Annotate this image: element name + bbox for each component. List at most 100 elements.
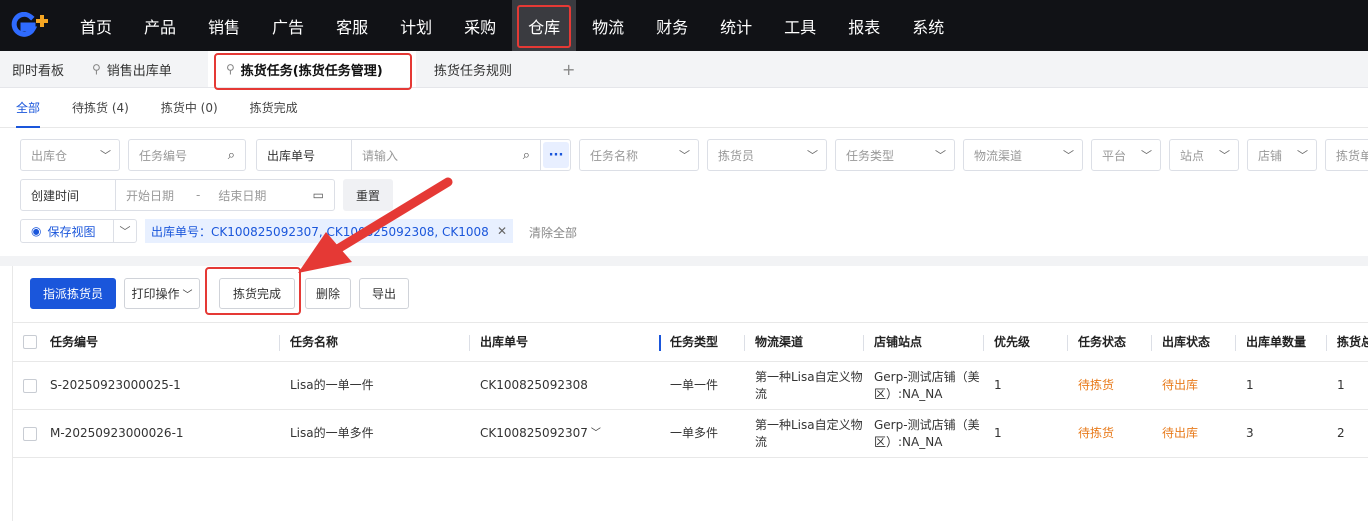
platform-select[interactable]: 平台 ﹀ bbox=[1091, 139, 1161, 171]
header-task-status[interactable]: 任务状态 bbox=[1078, 323, 1126, 361]
export-button[interactable]: 导出 bbox=[359, 278, 409, 309]
header-channel[interactable]: 物流渠道 bbox=[755, 323, 803, 361]
table-row[interactable]: S-20250923000025-1 Lisa的一单一件 CK100825092… bbox=[13, 362, 1368, 410]
shop-select[interactable]: 店铺 ﹀ bbox=[1247, 139, 1317, 171]
column-divider[interactable] bbox=[1235, 335, 1236, 351]
logo[interactable] bbox=[0, 0, 64, 51]
cell-order-count: 1 bbox=[1246, 378, 1254, 392]
add-tab-icon[interactable]: + bbox=[550, 51, 587, 87]
column-divider[interactable] bbox=[1151, 335, 1152, 351]
status-tab-done[interactable]: 拣货完成 bbox=[234, 88, 314, 128]
cell-task-no: S-20250923000025-1 bbox=[50, 378, 181, 392]
cell-channel: 第一种Lisa自定义物流 bbox=[755, 369, 863, 401]
reset-button[interactable]: 重置 bbox=[343, 179, 393, 211]
order-no-type-select[interactable]: 出库单号 bbox=[256, 139, 352, 171]
column-divider[interactable] bbox=[1326, 335, 1327, 351]
nav-service[interactable]: 客服 bbox=[320, 0, 384, 51]
nav-logistics[interactable]: 物流 bbox=[576, 0, 640, 51]
header-task-type[interactable]: 任务类型 bbox=[670, 323, 718, 361]
status-tab-all[interactable]: 全部 bbox=[0, 88, 56, 128]
row-checkbox[interactable] bbox=[23, 426, 37, 441]
clear-all-link[interactable]: 清除全部 bbox=[529, 224, 577, 241]
task-no-input[interactable]: 任务编号 ⌕ bbox=[128, 139, 246, 171]
task-name-placeholder: 任务名称 bbox=[590, 148, 639, 163]
select-all-checkbox[interactable] bbox=[23, 335, 37, 349]
header-out-status[interactable]: 出库状态 bbox=[1162, 323, 1210, 361]
filter-panel: 出库仓 ﹀ 任务编号 ⌕ 出库单号 请输入 ⌕ ··· 任务名称 ﹀ 拣货员 ﹀ 任务类型… bbox=[0, 128, 1368, 256]
nav-tools[interactable]: 工具 bbox=[768, 0, 832, 51]
site-select[interactable]: 站点 ﹀ bbox=[1169, 139, 1239, 171]
more-options-button[interactable]: ··· bbox=[543, 142, 569, 168]
cell-priority: 1 bbox=[994, 378, 1002, 392]
chevron-down-icon[interactable]: ﹀ bbox=[591, 425, 601, 442]
nav-warehouse[interactable]: 仓库 bbox=[512, 0, 577, 51]
close-icon[interactable]: ✕ bbox=[497, 224, 507, 238]
cell-order-no[interactable]: CK100825092307 ﹀ bbox=[480, 410, 601, 457]
task-type-select[interactable]: 任务类型 ﹀ bbox=[835, 139, 955, 171]
created-time-select[interactable]: 创建时间 bbox=[20, 179, 116, 211]
nav-system[interactable]: 系统 bbox=[896, 0, 960, 51]
cell-task-type: 一单多件 bbox=[670, 426, 719, 440]
search-icon[interactable]: ⌕ bbox=[228, 148, 235, 163]
column-divider[interactable] bbox=[659, 335, 661, 351]
picker-select[interactable]: 拣货员 ﹀ bbox=[707, 139, 827, 171]
date-range-picker[interactable]: 开始日期 - 结束日期 ▭ bbox=[115, 179, 335, 211]
cell-task-name: Lisa的一单一件 bbox=[290, 378, 374, 392]
column-divider[interactable] bbox=[469, 335, 470, 351]
pick-no-input[interactable]: 拣货单 bbox=[1325, 139, 1368, 171]
highlight-box bbox=[214, 53, 412, 90]
table-row[interactable]: M-20250923000026-1 Lisa的一单多件 CK100825092… bbox=[13, 410, 1368, 458]
warehouse-select[interactable]: 出库仓 ﹀ bbox=[20, 139, 120, 171]
column-divider[interactable] bbox=[863, 335, 864, 351]
status-tab-pending[interactable]: 待拣货 (4) bbox=[56, 88, 145, 128]
nav-home[interactable]: 首页 bbox=[64, 0, 128, 51]
view-dropdown-button[interactable]: ﹀ bbox=[113, 219, 137, 243]
header-priority[interactable]: 优先级 bbox=[994, 323, 1030, 361]
tab-pick-rules[interactable]: 拣货任务规则 bbox=[416, 51, 550, 87]
nav-product[interactable]: 产品 bbox=[128, 0, 192, 51]
nav-finance[interactable]: 财务 bbox=[640, 0, 704, 51]
nav-stats[interactable]: 统计 bbox=[704, 0, 768, 51]
platform-placeholder: 平台 bbox=[1102, 148, 1127, 163]
eye-icon: ◉ bbox=[31, 224, 42, 238]
cell-task-status: 待拣货 bbox=[1078, 378, 1115, 392]
status-tab-picking[interactable]: 拣货中 (0) bbox=[145, 88, 234, 128]
chevron-down-icon: ﹀ bbox=[1219, 149, 1230, 162]
task-name-select[interactable]: 任务名称 ﹀ bbox=[579, 139, 699, 171]
column-divider[interactable] bbox=[279, 335, 280, 351]
nav-purchase[interactable]: 采购 bbox=[448, 0, 512, 51]
nav-plan[interactable]: 计划 bbox=[384, 0, 448, 51]
chevron-down-icon: ﹀ bbox=[100, 149, 111, 162]
column-divider[interactable] bbox=[1067, 335, 1068, 351]
header-pick-total[interactable]: 拣货总 bbox=[1337, 323, 1368, 361]
column-divider[interactable] bbox=[744, 335, 745, 351]
print-actions-button[interactable]: 打印操作 ﹀ bbox=[124, 278, 200, 309]
nav-reports[interactable]: 报表 bbox=[832, 0, 896, 51]
delete-button[interactable]: 删除 bbox=[305, 278, 351, 309]
channel-select[interactable]: 物流渠道 ﹀ bbox=[963, 139, 1083, 171]
cell-channel: 第一种Lisa自定义物流 bbox=[755, 417, 863, 449]
save-view-button[interactable]: ◉ 保存视图 bbox=[20, 219, 114, 243]
column-divider[interactable] bbox=[983, 335, 984, 351]
row-checkbox[interactable] bbox=[23, 378, 37, 393]
header-shop-site[interactable]: 店铺站点 bbox=[874, 323, 922, 361]
cell-out-status: 待出库 bbox=[1162, 426, 1199, 440]
task-type-placeholder: 任务类型 bbox=[846, 148, 895, 163]
start-date-placeholder: 开始日期 bbox=[126, 188, 175, 203]
nav-ads[interactable]: 广告 bbox=[256, 0, 320, 51]
order-no-input[interactable]: 请输入 ⌕ bbox=[351, 139, 541, 171]
header-task-no[interactable]: 任务编号 bbox=[50, 323, 98, 361]
header-order-no[interactable]: 出库单号 bbox=[480, 323, 528, 361]
tab-pick-task[interactable]: ⚲ 拣货任务(拣货任务管理) bbox=[208, 51, 416, 90]
nav-sales[interactable]: 销售 bbox=[192, 0, 256, 51]
pin-icon[interactable]: ⚲ bbox=[92, 62, 101, 76]
header-task-name[interactable]: 任务名称 bbox=[290, 323, 338, 361]
assign-picker-button[interactable]: 指派拣货员 bbox=[30, 278, 116, 309]
tab-dashboard[interactable]: 即时看板 bbox=[0, 51, 80, 87]
end-date-placeholder: 结束日期 bbox=[218, 188, 267, 203]
tab-sales-outbound[interactable]: ⚲ 销售出库单 bbox=[80, 51, 208, 87]
task-no-placeholder: 任务编号 bbox=[139, 148, 188, 163]
search-icon[interactable]: ⌕ bbox=[523, 148, 530, 163]
cell-task-name: Lisa的一单多件 bbox=[290, 426, 374, 440]
header-order-count[interactable]: 出库单数量 bbox=[1246, 323, 1306, 361]
